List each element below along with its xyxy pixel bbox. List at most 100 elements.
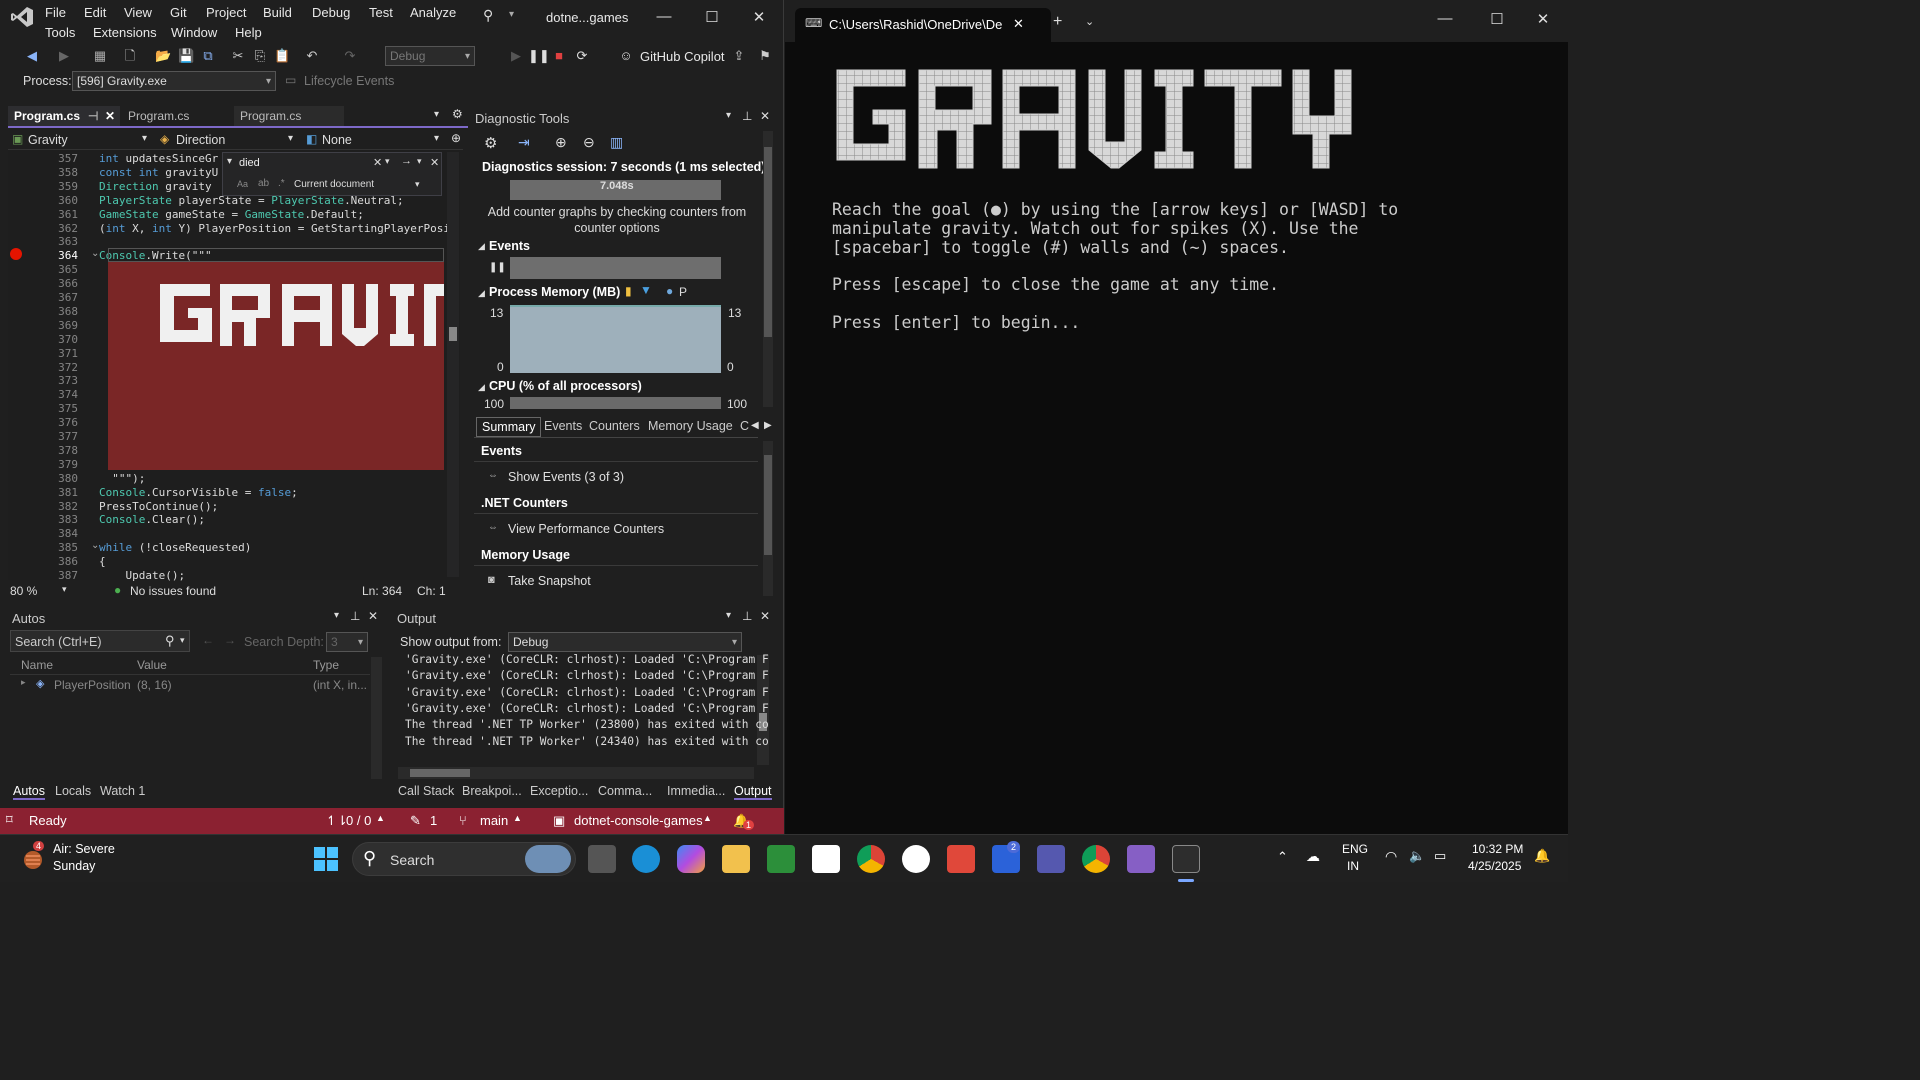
close-icon[interactable]: ✕ [760, 609, 770, 623]
find-scope-dropdown[interactable]: Current document [294, 179, 374, 190]
settings-gear-icon[interactable]: ⚙ [452, 107, 463, 121]
table-row[interactable]: ▸ ◈ PlayerPosition (8, 16) (int X, in... [10, 676, 370, 694]
menu-view[interactable]: View [124, 5, 152, 20]
chevron-up-icon[interactable]: ▲ [376, 813, 385, 823]
chrome-icon[interactable] [857, 845, 885, 873]
save-icon[interactable]: 💾 [178, 48, 194, 64]
back-icon[interactable]: ◀ [24, 48, 40, 64]
close-icon[interactable]: ✕ [739, 8, 779, 26]
editor-scrollbar[interactable] [447, 152, 459, 577]
match-word-icon[interactable]: ab [258, 178, 269, 189]
share-icon[interactable]: ⇪ [731, 48, 747, 64]
collapse-memory-icon[interactable]: ◢ [478, 288, 485, 299]
forward-arrow-icon[interactable]: → [224, 633, 236, 647]
close-tab-icon[interactable]: ✕ [105, 109, 115, 123]
menu-window[interactable]: Window [171, 25, 217, 40]
column-name[interactable]: Name [21, 658, 53, 672]
menu-build[interactable]: Build [263, 5, 292, 20]
diag-scrollbar[interactable] [763, 131, 773, 407]
teams-icon[interactable] [1037, 845, 1065, 873]
redo-icon[interactable]: ↷ [342, 48, 358, 64]
onedrive-icon[interactable]: ☁ [1306, 848, 1320, 865]
chevron-down-icon[interactable]: ▾ [726, 610, 731, 621]
search-dropdown-icon[interactable]: ▾ [509, 9, 514, 20]
language-bottom[interactable]: IN [1347, 859, 1359, 873]
zoom-in-icon[interactable]: ⊕ [555, 134, 567, 151]
column-value[interactable]: Value [137, 658, 167, 672]
language-top[interactable]: ENG [1342, 842, 1368, 856]
continue-icon[interactable]: ▶ [508, 48, 524, 64]
menu-project[interactable]: Project [206, 5, 246, 20]
member-dropdown[interactable]: Direction [176, 133, 225, 147]
code-line[interactable]: """); [99, 472, 145, 485]
configuration-dropdown[interactable]: Debug [385, 46, 475, 66]
tab-dropdown-icon[interactable]: ⌄ [1085, 15, 1094, 28]
code-line[interactable]: { [99, 555, 106, 568]
chevron-down-icon[interactable]: ▾ [415, 179, 420, 190]
pin-icon[interactable]: ⊥ [742, 109, 752, 123]
close-icon[interactable]: ✕ [368, 609, 378, 623]
close-tab-icon[interactable]: ✕ [1013, 16, 1024, 32]
clear-search-icon[interactable]: ✕ [373, 156, 382, 169]
settings-gear-icon[interactable]: ⚙ [484, 134, 497, 152]
chevron-up-icon[interactable]: ▲ [513, 813, 522, 823]
chevron-down-icon[interactable]: ▾ [142, 133, 147, 144]
process-dropdown[interactable]: [596] Gravity.exe [72, 71, 276, 91]
code-line[interactable]: GameState gameState = GameState.Default; [99, 208, 364, 221]
breakpoint-icon[interactable] [10, 248, 22, 260]
scroll-thumb[interactable] [764, 147, 772, 337]
close-find-icon[interactable]: ✕ [430, 156, 439, 169]
scroll-thumb[interactable] [410, 769, 470, 777]
collapse-cpu-icon[interactable]: ◢ [478, 382, 485, 393]
chevron-down-icon[interactable]: ▾ [180, 635, 185, 646]
fold-chevron-icon[interactable]: ⌄ [91, 248, 99, 259]
menu-test[interactable]: Test [369, 5, 393, 20]
menu-help[interactable]: Help [235, 25, 262, 40]
taskbar-search[interactable]: ⚲ Search [352, 842, 576, 876]
start-icon[interactable] [314, 847, 338, 871]
pin-icon[interactable]: ⊥ [350, 609, 360, 623]
maximize-icon[interactable]: ☐ [692, 8, 732, 26]
restart-icon[interactable]: ⟳ [574, 48, 590, 64]
copilot-button[interactable]: GitHub Copilot [640, 49, 725, 64]
minimize-icon[interactable]: — [1425, 10, 1465, 27]
column-type[interactable]: Type [313, 658, 339, 672]
fold-chevron-icon[interactable]: ⌄ [91, 540, 99, 551]
repo-name[interactable]: dotnet-console-games [574, 813, 703, 828]
regex-icon[interactable]: .* [278, 178, 285, 189]
save-all-icon[interactable]: ⧉ [200, 48, 216, 64]
battery-icon[interactable]: ▭ [1434, 848, 1446, 864]
chevron-down-icon[interactable]: ▾ [288, 133, 293, 144]
close-icon[interactable]: ✕ [760, 109, 770, 123]
chevron-down-icon[interactable]: ▾ [434, 133, 439, 144]
menu-edit[interactable]: Edit [84, 5, 106, 20]
pause-events-icon[interactable]: ❚❚ [489, 262, 506, 273]
weather-title[interactable]: Air: Severe [53, 842, 115, 856]
code-line[interactable]: Direction gravity [99, 180, 212, 193]
tab-command[interactable]: Comma... [598, 784, 652, 798]
zoom-level-dropdown[interactable]: 80 % [10, 584, 37, 598]
menu-tools[interactable]: Tools [45, 25, 75, 40]
pin-icon[interactable]: ⊥ [742, 609, 752, 623]
menu-debug[interactable]: Debug [312, 5, 350, 20]
task-view-icon[interactable] [588, 845, 616, 873]
chevron-down-icon[interactable]: ▾ [726, 110, 731, 121]
code-line[interactable]: while (!closeRequested) [99, 541, 251, 554]
cut-icon[interactable]: ✂ [230, 48, 246, 64]
select-tools-icon[interactable]: ⇥ [518, 134, 530, 151]
find-options-icon[interactable]: ▾ [417, 156, 422, 167]
maximize-icon[interactable]: ☐ [1477, 10, 1517, 28]
tab-autos[interactable]: Autos [13, 784, 45, 800]
feedback-icon[interactable]: ⚑ [757, 48, 773, 64]
timeline-ruler[interactable]: 7.048s [510, 180, 721, 200]
find-input[interactable]: died [239, 157, 260, 169]
output-hscrollbar[interactable] [398, 767, 754, 779]
new-tab-icon[interactable]: + [1053, 13, 1062, 31]
menu-analyze[interactable]: Analyze [410, 5, 456, 20]
tab-immediate[interactable]: Immedia... [667, 784, 725, 798]
match-case-icon[interactable]: Aa [237, 179, 248, 189]
clock-date[interactable]: 4/25/2025 [1468, 859, 1521, 873]
tab-watch-1[interactable]: Watch 1 [100, 784, 145, 798]
code-line[interactable]: Console.CursorVisible = false; [99, 486, 298, 499]
lifecycle-events-dropdown[interactable]: Lifecycle Events [304, 74, 394, 88]
